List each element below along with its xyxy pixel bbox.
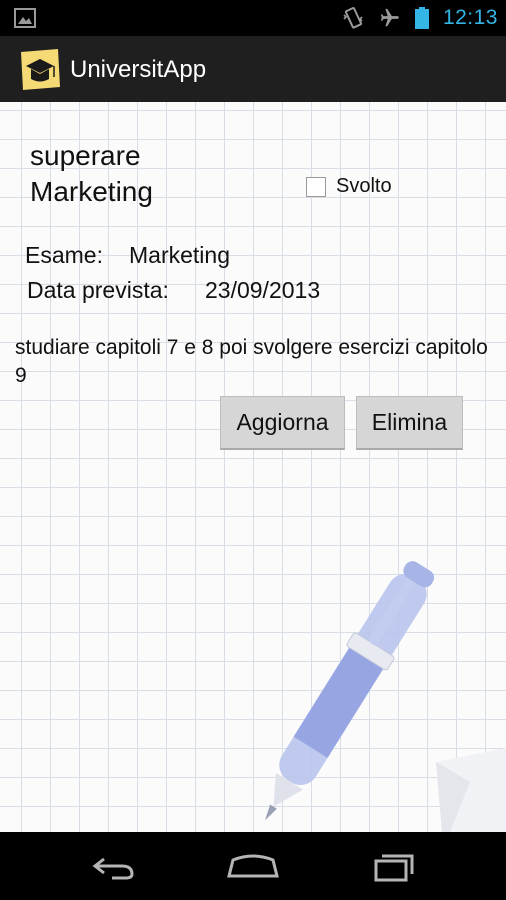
exam-value: Marketing xyxy=(129,242,230,268)
status-bar: 12:13 xyxy=(0,0,506,36)
image-notification-icon xyxy=(14,8,36,28)
action-bar: UniversitApp xyxy=(0,36,506,102)
goal-description: studiare capitoli 7 e 8 poi svolgere ese… xyxy=(15,336,488,387)
delete-button[interactable]: Elimina xyxy=(356,396,463,450)
update-button[interactable]: Aggiorna xyxy=(220,396,345,450)
recent-apps-icon[interactable] xyxy=(364,848,424,884)
battery-icon xyxy=(414,7,429,29)
done-label: Svolto xyxy=(336,175,392,197)
airplane-mode-icon xyxy=(380,8,399,27)
exam-row: Esame: Marketing xyxy=(25,242,230,269)
date-label: Data prevista: xyxy=(27,277,169,303)
pen-illustration xyxy=(265,561,506,832)
vibrate-icon xyxy=(343,7,363,29)
clock-time: 12:13 xyxy=(442,6,498,29)
app-title: UniversitApp xyxy=(70,56,207,83)
exam-label: Esame: xyxy=(25,242,103,268)
done-checkbox-row[interactable]: Svolto xyxy=(306,175,392,198)
back-icon[interactable] xyxy=(82,848,142,884)
date-value: 23/09/2013 xyxy=(205,277,321,303)
home-icon[interactable] xyxy=(223,848,283,884)
goal-title: superare Marketing xyxy=(30,140,153,207)
done-checkbox[interactable] xyxy=(306,176,326,197)
graduation-cap-icon[interactable] xyxy=(18,46,62,92)
date-row: Data prevista: 23/09/2013 xyxy=(27,277,320,304)
navigation-bar xyxy=(0,832,506,900)
goal-detail-screen: superare Marketing Svolto Esame: Marketi… xyxy=(0,102,506,832)
